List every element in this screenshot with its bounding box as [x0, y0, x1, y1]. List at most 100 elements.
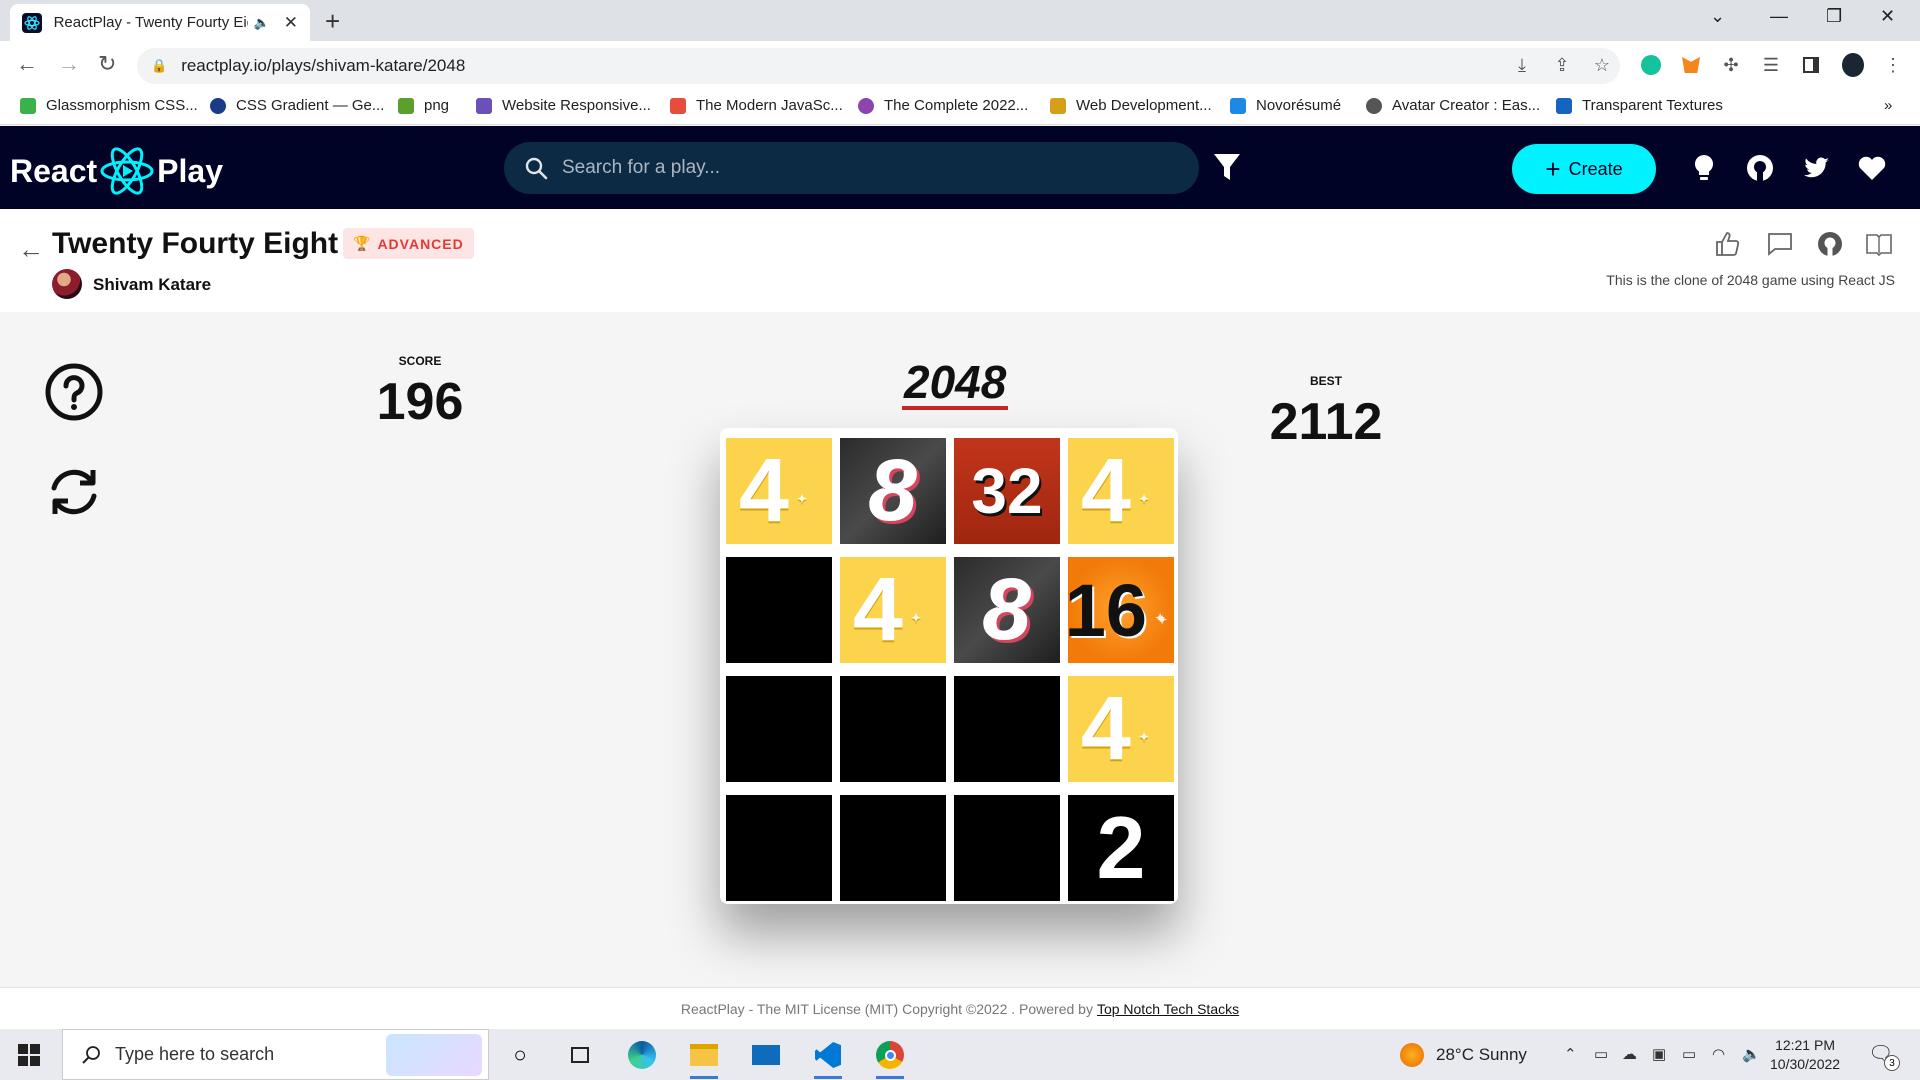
bookmark-star-icon[interactable]: ☆ — [1591, 54, 1613, 76]
help-question-icon[interactable] — [44, 362, 104, 422]
tab-audio-icon[interactable]: 🔈 — [254, 15, 270, 31]
bookmark-favicon-icon — [1366, 97, 1382, 114]
taskbar-search[interactable]: Type here to search — [62, 1029, 489, 1080]
window-close-icon[interactable]: ✕ — [1880, 6, 1895, 27]
play-search-box[interactable] — [504, 142, 1199, 194]
bookmark-favicon-icon — [20, 97, 36, 114]
tile-value: 8 — [869, 442, 917, 539]
extensions-puzzle-icon[interactable]: ✣ — [1720, 54, 1742, 76]
clock-time: 12:21 PM — [1775, 1037, 1835, 1053]
empty-tile — [954, 795, 1060, 901]
chrome-menu-icon[interactable]: ⋮ — [1882, 54, 1904, 76]
twitter-icon[interactable] — [1800, 152, 1832, 184]
comment-icon[interactable] — [1765, 229, 1795, 259]
reactplay-logo[interactable]: React Play — [10, 146, 223, 196]
tile-4: 4✦✦✦ — [726, 438, 832, 544]
task-view-icon[interactable] — [560, 1037, 600, 1073]
tile-value: 4 — [738, 440, 789, 541]
restore-icon[interactable]: ❐ — [1826, 6, 1842, 27]
reading-list-icon[interactable]: ☰ — [1760, 54, 1782, 76]
best-label: BEST — [1309, 374, 1342, 388]
empty-tile — [726, 676, 832, 782]
blog-book-icon[interactable] — [1864, 229, 1894, 259]
wifi-icon[interactable]: ◠ — [1712, 1045, 1725, 1063]
bookmark-item[interactable]: png — [398, 97, 449, 114]
footer-text: ReactPlay - The MIT License (MIT) Copyri… — [680, 1000, 1093, 1017]
clock-date: 10/30/2022 — [1770, 1056, 1841, 1072]
tab-search-icon[interactable]: ⌄ — [1710, 6, 1725, 27]
share-icon[interactable]: ⇪ — [1551, 54, 1573, 76]
heart-icon[interactable] — [1856, 152, 1888, 184]
logo-text-play: Play — [157, 152, 223, 189]
back-nav-icon[interactable]: ← — [16, 51, 38, 77]
install-icon[interactable]: ⤓ — [1511, 54, 1533, 76]
weather-widget[interactable]: 28°C Sunny — [1400, 1043, 1527, 1067]
tile-value: 8 — [983, 561, 1031, 658]
browser-tab-strip: ReactPlay - Twenty Fourty Eig 🔈 ✕ + ⌄ — … — [0, 0, 1920, 41]
source-github-icon[interactable] — [1815, 229, 1845, 259]
tile-8: 8 — [840, 438, 946, 544]
file-explorer-app-icon[interactable] — [684, 1037, 724, 1079]
back-arrow-icon[interactable]: ← — [18, 234, 44, 265]
system-clock[interactable]: 12:21 PM 10/30/2022 — [1770, 1036, 1840, 1074]
bookmark-item[interactable]: Glassmorphism CSS... — [20, 97, 198, 114]
display-icon[interactable]: ▣ — [1652, 1045, 1666, 1063]
mail-app-icon[interactable] — [746, 1037, 786, 1073]
game-board[interactable]: 4✦✦✦8324✦✦✦4✦✦✦816✦✦✦4✦✦✦2 — [720, 428, 1178, 904]
filter-icon[interactable] — [1212, 152, 1242, 182]
tile-value: 32 — [971, 455, 1043, 527]
volume-icon[interactable]: 🔈 — [1742, 1045, 1761, 1063]
forward-nav-icon[interactable]: → — [58, 51, 80, 77]
bookmark-item[interactable]: CSS Gradient — Ge... — [210, 97, 384, 114]
reload-icon[interactable]: ↻ — [98, 51, 116, 77]
chrome-app-icon[interactable] — [870, 1037, 910, 1079]
bookmark-item[interactable]: Avatar Creator : Eas... — [1366, 97, 1540, 114]
empty-tile — [726, 557, 832, 663]
minimize-icon[interactable]: — — [1770, 6, 1788, 27]
browser-tab[interactable]: ReactPlay - Twenty Fourty Eig 🔈 ✕ — [10, 4, 310, 41]
show-hidden-icons-icon[interactable]: ⌃ — [1564, 1045, 1577, 1063]
empty-tile — [726, 795, 832, 901]
level-badge: 🏆 ADVANCED — [343, 228, 474, 259]
footer-link[interactable]: Top Notch Tech Stacks — [1097, 1001, 1239, 1017]
profile-avatar-icon[interactable] — [1842, 53, 1864, 77]
cloud-sync-icon[interactable]: ☁ — [1622, 1045, 1637, 1063]
create-button[interactable]: + Create — [1512, 144, 1656, 194]
bookmark-item[interactable]: Website Responsive... — [476, 97, 651, 114]
cortana-icon[interactable]: ○ — [500, 1037, 540, 1073]
bookmark-item[interactable]: The Modern JavaSc... — [670, 97, 843, 114]
like-thumbs-up-icon[interactable] — [1713, 229, 1743, 259]
bookmark-item[interactable]: The Complete 2022... — [858, 97, 1028, 114]
lightbulb-icon[interactable] — [1688, 152, 1720, 184]
sparkle-decoration: ✦ — [1138, 730, 1149, 744]
new-tab-icon[interactable]: + — [325, 6, 340, 37]
search-input[interactable] — [562, 157, 1162, 179]
taskbar-search-placeholder: Type here to search — [115, 1044, 275, 1064]
edge-app-icon[interactable] — [622, 1037, 662, 1073]
windows-start-icon[interactable] — [18, 1044, 40, 1066]
tile-16: 16✦✦✦ — [1068, 557, 1174, 663]
metamask-extension-icon[interactable] — [1680, 54, 1702, 76]
bookmark-item[interactable]: Novorésumé — [1230, 97, 1341, 114]
github-icon[interactable] — [1744, 152, 1776, 184]
meet-now-icon[interactable]: ▭ — [1594, 1045, 1608, 1063]
more-bookmarks-icon[interactable]: » — [1884, 97, 1892, 114]
battery-icon[interactable]: ▭ — [1682, 1045, 1696, 1063]
vscode-app-icon[interactable] — [808, 1037, 848, 1079]
play-title: Twenty Fourty Eight — [52, 227, 339, 260]
search-highlight-image — [386, 1034, 482, 1076]
trophy-icon: 🏆 — [353, 235, 372, 251]
side-panel-icon[interactable] — [1800, 54, 1822, 76]
grammarly-extension-icon[interactable] — [1640, 54, 1662, 76]
author-avatar[interactable] — [52, 269, 82, 299]
tile-2: 2 — [1068, 795, 1174, 901]
search-icon — [525, 157, 548, 180]
tab-close-icon[interactable]: ✕ — [284, 13, 298, 33]
sparkle-decoration: ✦ — [1155, 611, 1166, 625]
url-bar[interactable]: 🔒 reactplay.io/plays/shivam-katare/2048 — [137, 48, 1620, 84]
bookmark-item[interactable]: Web Development... — [1050, 97, 1212, 114]
restart-icon[interactable] — [44, 462, 104, 522]
bookmark-item[interactable]: Transparent Textures — [1556, 97, 1723, 114]
author-name[interactable]: Shivam Katare — [93, 275, 211, 295]
weather-text: 28°C Sunny — [1436, 1045, 1527, 1064]
